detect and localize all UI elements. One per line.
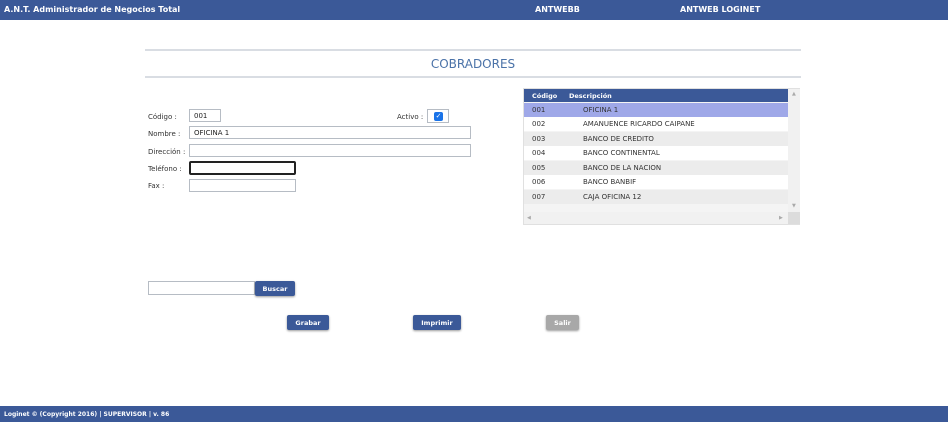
row-codigo: 006: [532, 178, 546, 186]
grid-header: Código Descripción: [524, 89, 788, 102]
cobradores-grid[interactable]: Código Descripción 001 OFICINA 1 002 AMA…: [523, 88, 800, 225]
activo-label: Activo :: [397, 113, 424, 121]
row-codigo: 004: [532, 149, 546, 157]
activo-checkbox[interactable]: ✓: [427, 109, 449, 123]
fax-input[interactable]: [189, 179, 296, 192]
page-title: COBRADORES: [430, 57, 516, 71]
triangle-left-icon[interactable]: ◀: [527, 215, 531, 221]
top-bar: A.N.T. Administrador de Negocios Total A…: [0, 0, 948, 20]
row-codigo: 002: [532, 120, 546, 128]
exit-button: Salir: [546, 315, 579, 330]
footer-text: Loginet © (Copyright 2016) | SUPERVISOR …: [4, 411, 170, 418]
row-descripcion: CAJA OFICINA 12: [583, 193, 642, 201]
table-row[interactable]: 006 BANCO BANBIF: [524, 175, 788, 189]
direccion-label: Dirección :: [148, 148, 186, 156]
print-button[interactable]: Imprimir: [413, 315, 461, 330]
scrollbar-corner: [788, 212, 800, 224]
company-name: ANTWEBB: [535, 5, 580, 14]
table-row[interactable]: 003 BANCO DE CREDITO: [524, 132, 788, 146]
triangle-right-icon[interactable]: ▶: [779, 215, 783, 221]
vertical-scrollbar[interactable]: ▲ ▼: [788, 89, 800, 212]
telefono-label: Teléfono :: [148, 165, 182, 173]
system-name: ANTWEB LOGINET: [680, 5, 761, 14]
row-descripcion: BANCO DE LA NACION: [583, 164, 662, 172]
table-row[interactable]: 005 BANCO DE LA NACION: [524, 161, 788, 175]
telefono-input[interactable]: [189, 161, 296, 175]
row-descripcion: AMANUENCE RICARDO CAIPANE: [583, 120, 695, 128]
app-title: A.N.T. Administrador de Negocios Total: [4, 5, 181, 14]
table-row[interactable]: 004 BANCO CONTINENTAL: [524, 146, 788, 160]
codigo-label: Código :: [148, 113, 177, 121]
fax-label: Fax :: [148, 182, 165, 190]
table-row[interactable]: 002 AMANUENCE RICARDO CAIPANE: [524, 117, 788, 131]
row-descripcion: BANCO CONTINENTAL: [583, 149, 660, 157]
row-descripcion: BANCO DE CREDITO: [583, 135, 654, 143]
row-codigo: 005: [532, 164, 546, 172]
nombre-input[interactable]: [189, 126, 471, 139]
row-descripcion: OFICINA 1: [583, 106, 619, 114]
page-title-bar: COBRADORES: [145, 49, 801, 78]
row-codigo: 001: [532, 106, 546, 114]
table-row[interactable]: 007 CAJA OFICINA 12: [524, 190, 788, 204]
triangle-down-icon[interactable]: ▼: [792, 203, 796, 209]
nombre-label: Nombre :: [148, 130, 181, 138]
direccion-input[interactable]: [189, 144, 471, 157]
column-header-codigo[interactable]: Código: [532, 92, 557, 100]
checkmark-icon: ✓: [434, 112, 443, 121]
footer-bar: Loginet © (Copyright 2016) | SUPERVISOR …: [0, 406, 948, 422]
column-header-descripcion[interactable]: Descripción: [569, 92, 612, 100]
codigo-input[interactable]: [189, 109, 221, 122]
search-input[interactable]: [148, 281, 255, 295]
search-button[interactable]: Buscar: [255, 281, 295, 296]
row-descripcion: BANCO BANBIF: [583, 178, 637, 186]
horizontal-scrollbar[interactable]: ◀ ▶: [524, 212, 788, 224]
save-button[interactable]: Grabar: [287, 315, 329, 330]
row-codigo: 003: [532, 135, 546, 143]
row-codigo: 007: [532, 193, 546, 201]
table-row[interactable]: 001 OFICINA 1: [524, 103, 788, 117]
triangle-up-icon[interactable]: ▲: [792, 91, 796, 97]
